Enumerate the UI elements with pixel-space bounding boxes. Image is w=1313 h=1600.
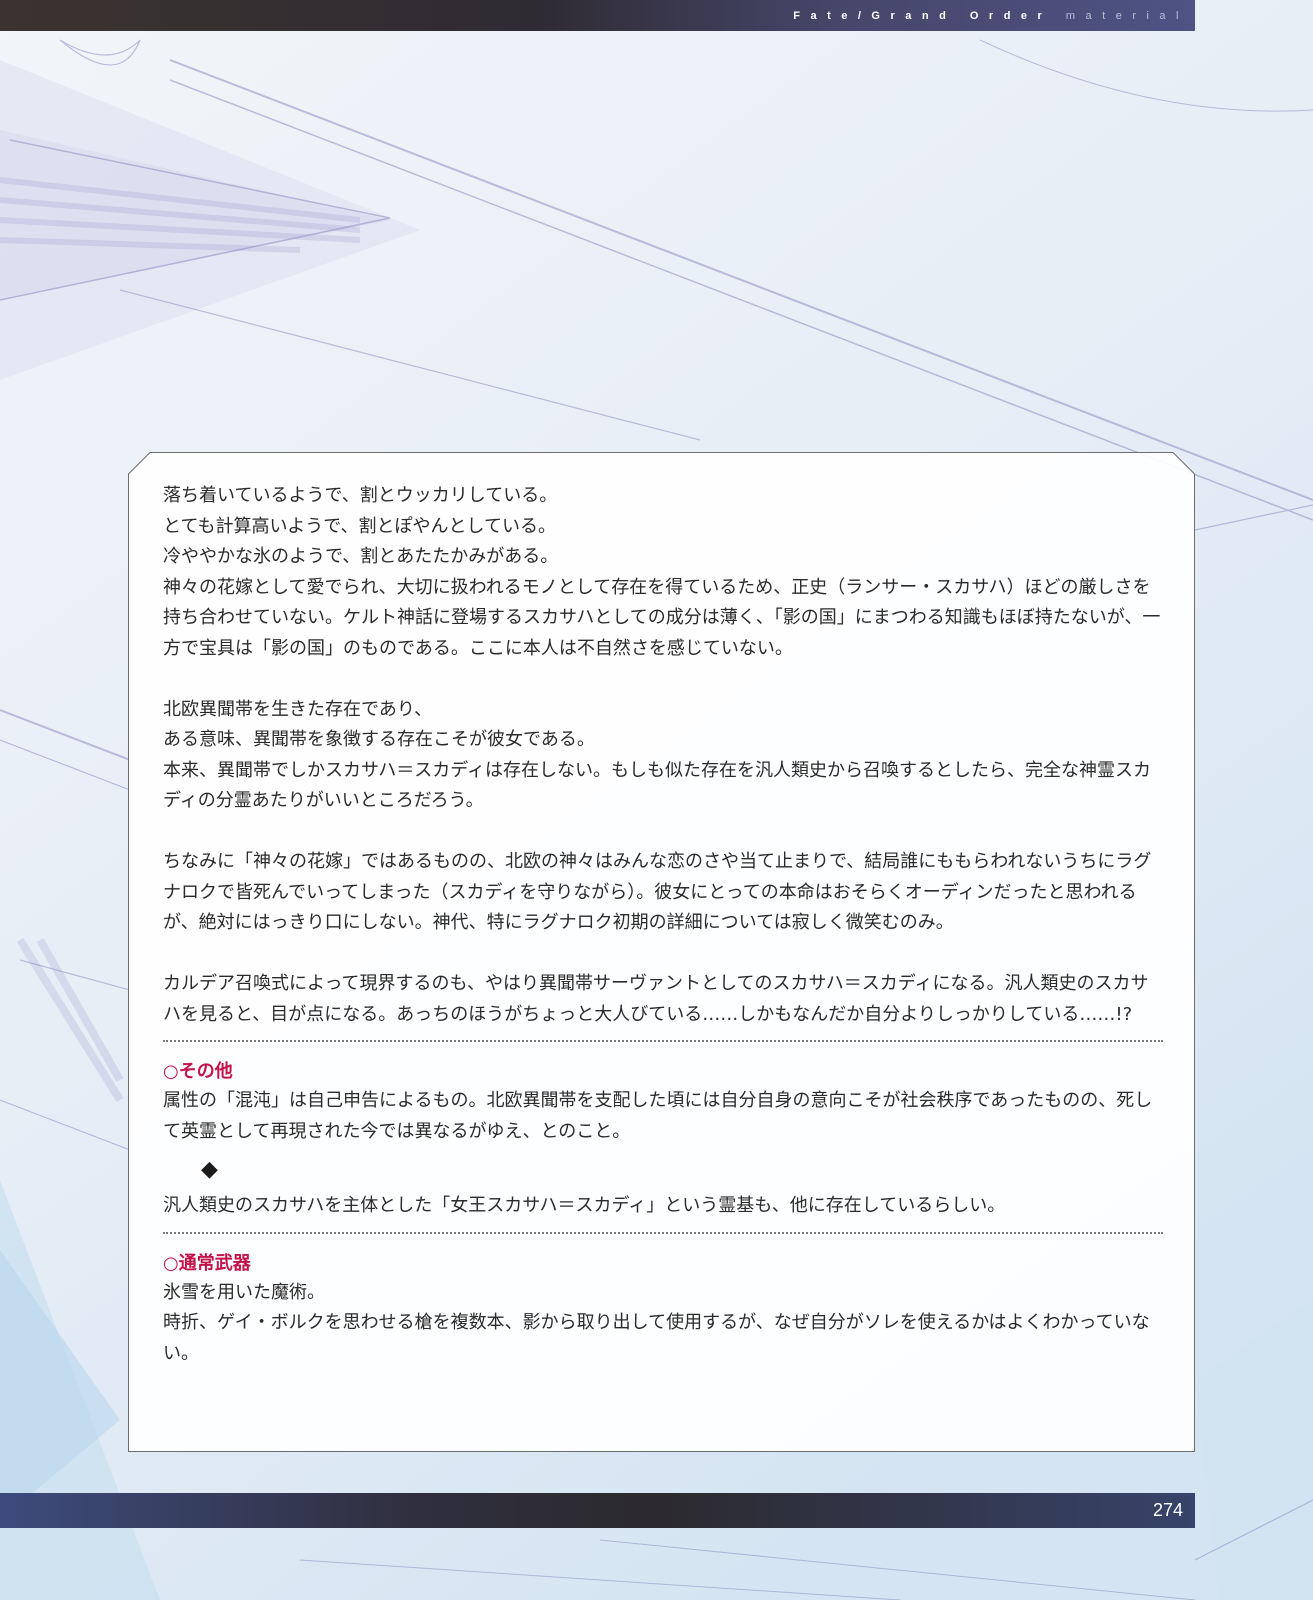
- section-weapon-line: 時折、ゲイ・ボルクを思わせる槍を複数本、影から取り出して使用するが、なぜ自分がソ…: [163, 1312, 1150, 1364]
- paragraph: 本来、異聞帯でしかスカサハ＝スカディは存在しない。もしも似た存在を汎人類史から召…: [163, 759, 1152, 812]
- footer-bar: 274: [0, 1493, 1195, 1528]
- article-body: 落ち着いているようで、割とウッカリしている。 とても計算高いようで、割とぽやんと…: [163, 481, 1163, 1369]
- dotted-divider: [163, 1040, 1163, 1042]
- paragraph: 北欧異聞帯を生きた存在であり、: [163, 698, 433, 720]
- header-bar: Fate/Grand Order material: [0, 0, 1195, 31]
- paragraph: ある意味、異聞帯を象徴する存在こそが彼女である。: [163, 729, 595, 750]
- page-number: 274: [1152, 1500, 1183, 1520]
- section-other-text: 属性の「混沌」は自己申告によるもの。北欧異聞帯を支配した頃には自分自身の意向こそ…: [163, 1090, 1153, 1142]
- section-heading-other: ○その他: [163, 1061, 233, 1082]
- paragraph: ちなみに「神々の花嫁」ではあるものの、北欧の神々はみんな恋のさや当て止まりで、結…: [163, 851, 1152, 933]
- header-title: Fate/Grand Order material: [793, 7, 1189, 25]
- dotted-divider: [163, 1231, 1163, 1234]
- section-weapon-line: 氷雪を用いた魔術。: [163, 1281, 325, 1303]
- section-other-note: 汎人類史のスカサハを主体とした「女王スカサハ＝スカディ」という霊基も、他に存在し…: [163, 1195, 1006, 1216]
- section-heading-weapon: ○通常武器: [163, 1252, 251, 1274]
- paragraph: 落ち着いているようで、割とウッカリしている。: [163, 485, 558, 506]
- header-title-bold: Fate/Grand Order: [793, 10, 1053, 22]
- paragraph: 冷ややかな氷のようで、割とあたたかみがある。: [163, 546, 559, 567]
- diamond-icon: ◆: [201, 1157, 218, 1182]
- paragraph: とても計算高いようで、割とぽやんとしている。: [163, 515, 556, 537]
- paragraph: カルデア召喚式によって現界するのも、やはり異聞帯サーヴァントとしてのスカサハ＝ス…: [163, 973, 1149, 1025]
- paragraph: 神々の花嫁として愛でられ、大切に扱われるモノとして存在を得ているため、正史（ラン…: [163, 576, 1161, 659]
- header-title-light: material: [1065, 10, 1189, 22]
